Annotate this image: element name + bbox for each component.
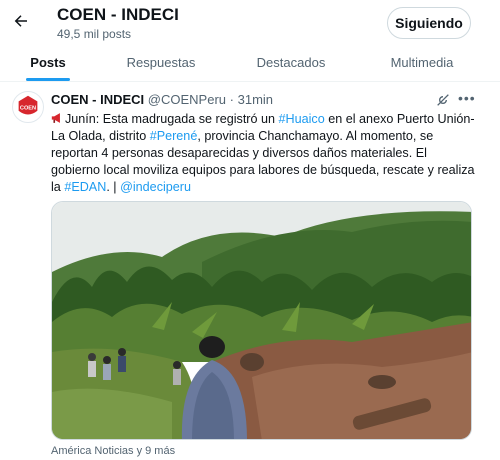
following-button[interactable]: Siguiendo xyxy=(387,7,471,39)
author-handle[interactable]: @COENPeru xyxy=(148,92,226,107)
profile-tabs: Posts Respuestas Destacados Multimedia xyxy=(0,44,500,82)
megaphone-icon xyxy=(51,113,60,123)
tweet-header: COEN - INDECI @COENPeru · 31min xyxy=(51,92,273,107)
hashtag-huaico[interactable]: #Huaico xyxy=(279,112,325,126)
tweet[interactable]: COEN COEN - INDECI @COENPeru · 31min •••… xyxy=(0,82,500,460)
tab-respuestas[interactable]: Respuestas xyxy=(96,44,226,81)
media-source[interactable]: América Noticias y 9 más xyxy=(51,445,175,457)
tweet-text: Junín: Esta madrugada se registró un #Hu… xyxy=(51,111,479,196)
grok-icon[interactable] xyxy=(435,92,451,108)
tweet-text-part: . | xyxy=(106,180,121,194)
landslide-photo xyxy=(52,202,471,439)
tweet-text-part: Junín: Esta madrugada se registró un xyxy=(65,112,279,126)
tab-label: Destacados xyxy=(256,55,326,70)
arrow-left-icon[interactable] xyxy=(12,12,30,30)
mention-indeciperu[interactable]: @indeciperu xyxy=(120,180,191,194)
hashtag-edan[interactable]: #EDAN xyxy=(64,180,106,194)
avatar[interactable]: COEN xyxy=(12,91,44,123)
tweet-media-photo[interactable] xyxy=(51,201,472,440)
avatar-text: COEN xyxy=(20,105,36,111)
author-name[interactable]: COEN - INDECI xyxy=(51,92,144,107)
tab-posts[interactable]: Posts xyxy=(0,44,96,81)
tab-label: Multimedia xyxy=(390,55,454,70)
tab-label: Respuestas xyxy=(126,55,196,70)
hashtag-perene[interactable]: #Perené xyxy=(150,129,198,143)
active-tab-indicator xyxy=(26,78,70,81)
tab-label: Posts xyxy=(30,55,66,70)
tweet-time[interactable]: 31min xyxy=(238,92,273,107)
post-count: 49,5 mil posts xyxy=(57,27,132,41)
profile-title: COEN - INDECI xyxy=(57,5,179,24)
separator-dot: · xyxy=(229,92,234,107)
more-horizontal-icon[interactable]: ••• xyxy=(458,90,476,106)
profile-header: COEN - INDECI 49,5 mil posts Siguiendo xyxy=(0,0,500,44)
tab-destacados[interactable]: Destacados xyxy=(226,44,356,81)
tab-multimedia[interactable]: Multimedia xyxy=(356,44,488,81)
